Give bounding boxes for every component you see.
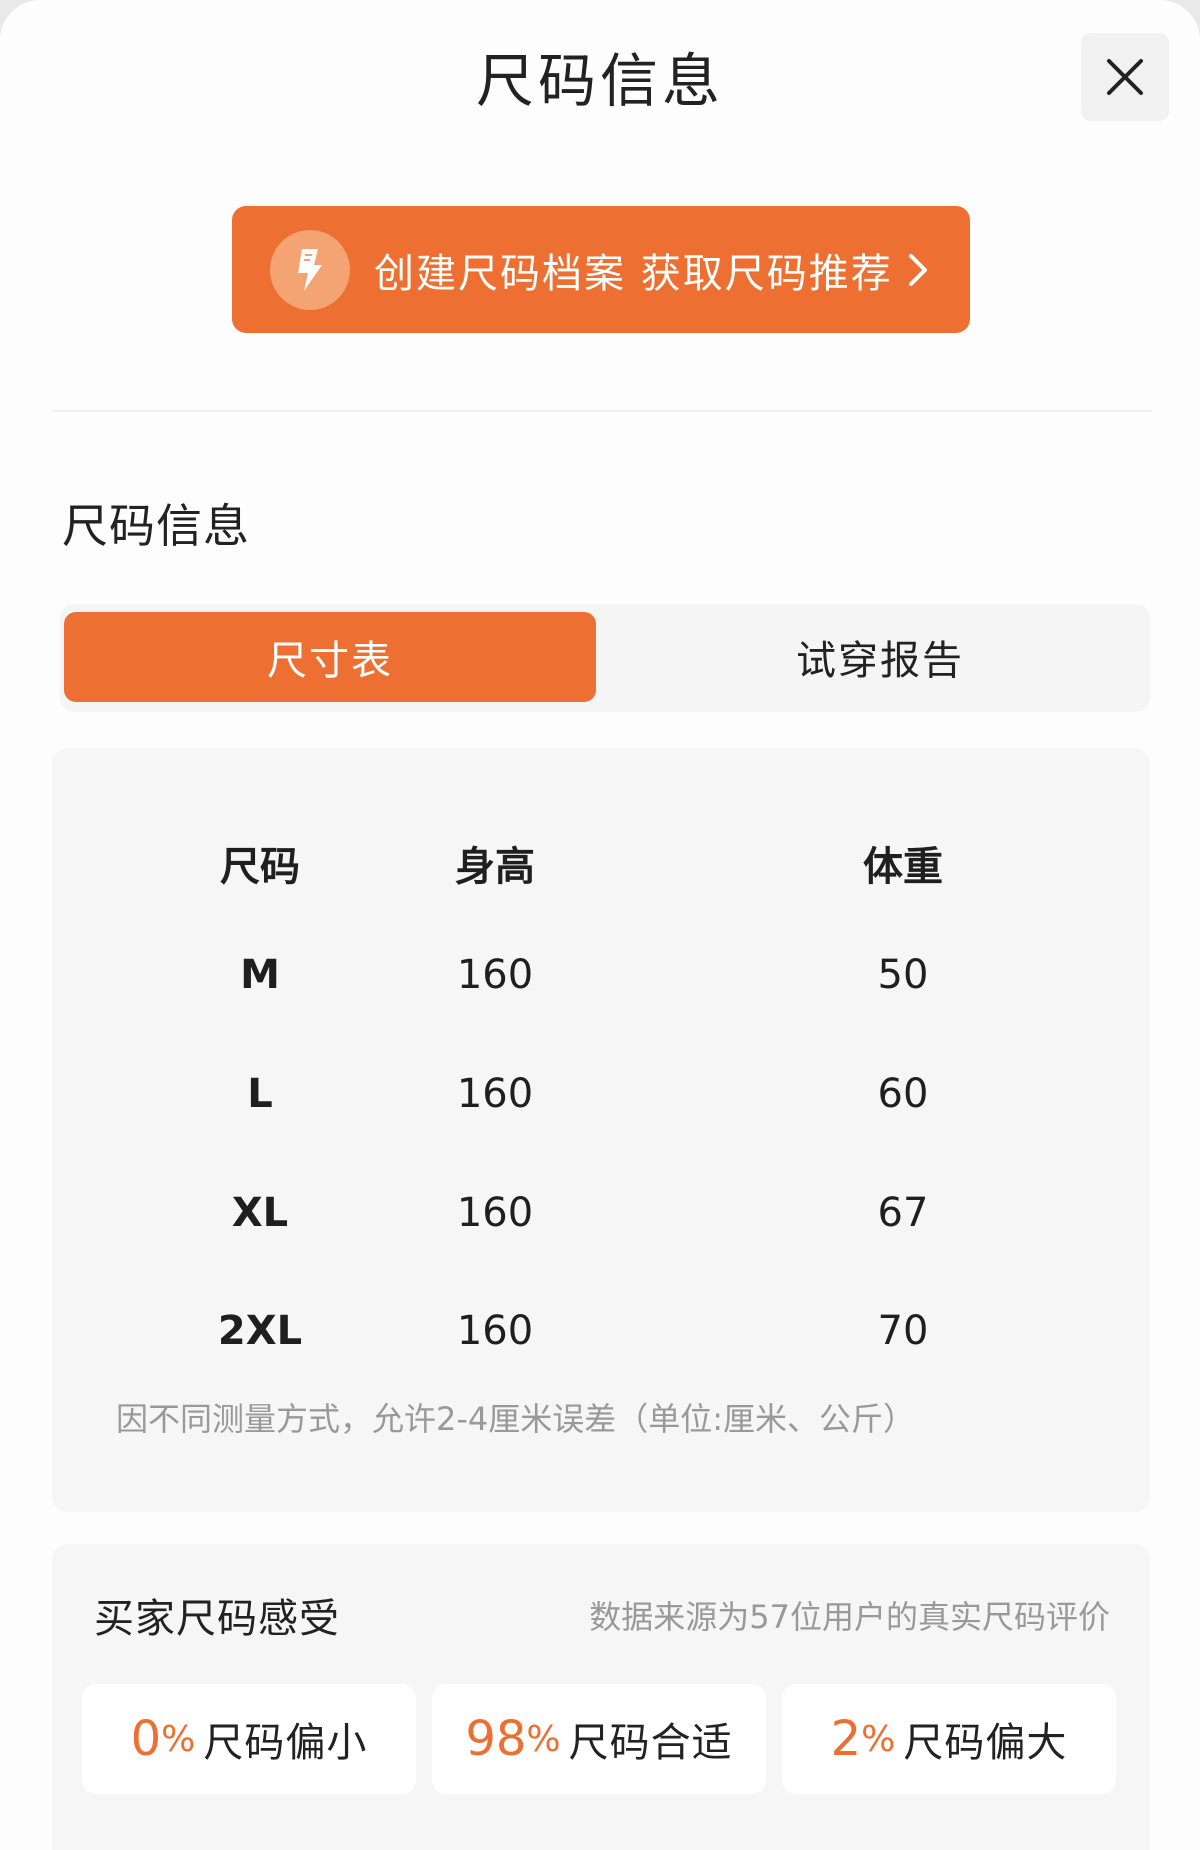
feel-large: 2 % 尺码偏大 [782, 1684, 1116, 1794]
feel-title: 买家尺码感受 [94, 1596, 340, 1642]
tab-bar: 尺寸表 试穿报告 [60, 604, 1150, 712]
feel-label: 尺码偏小 [203, 1720, 368, 1766]
tab-fit-report[interactable]: 试穿报告 [614, 612, 1146, 702]
create-size-profile-button[interactable]: 创建尺码档案 获取尺码推荐 [232, 206, 970, 333]
size-info-sheet: 尺码信息 创建尺码档案 获取尺码推荐 尺码信息 尺寸表 试穿报告 尺码 身高 体… [0, 0, 1200, 1850]
height-cell: 160 [456, 1308, 534, 1354]
ruler-icon [270, 229, 350, 310]
buyer-size-feel: 买家尺码感受 数据来源为57位用户的真实尺码评价 0 % 尺码偏小 98 % 尺… [52, 1544, 1150, 1850]
feel-fit: 98 % 尺码合适 [432, 1684, 766, 1794]
size-cell: M [240, 952, 280, 998]
weight-cell: 50 [877, 952, 929, 998]
column-header-height: 身高 [455, 844, 535, 890]
weight-cell: 60 [877, 1071, 929, 1117]
tab-size-chart[interactable]: 尺寸表 [64, 612, 596, 702]
feel-label: 尺码合适 [568, 1720, 733, 1766]
measurement-note: 因不同测量方式，允许2-4厘米误差（单位:厘米、公斤） [116, 1400, 916, 1438]
column-header-weight: 体重 [863, 844, 943, 890]
divider [52, 410, 1152, 412]
page-title: 尺码信息 [475, 47, 724, 115]
percent-value: 98 [465, 1711, 527, 1767]
section-title: 尺码信息 [62, 499, 250, 553]
height-cell: 160 [456, 1071, 534, 1117]
weight-cell: 67 [877, 1190, 929, 1236]
percent-value: 2 [830, 1711, 862, 1767]
percent-sign: % [161, 1718, 196, 1760]
column-header-size: 尺码 [220, 844, 300, 890]
close-button[interactable] [1081, 33, 1169, 121]
feel-source-note: 数据来源为57位用户的真实尺码评价 [589, 1598, 1110, 1636]
size-cell: 2XL [217, 1308, 303, 1354]
feel-small: 0 % 尺码偏小 [82, 1684, 416, 1794]
percent-sign: % [526, 1718, 561, 1760]
chevron-right-icon [907, 252, 929, 288]
size-table: 尺码 身高 体重 M 160 50 L 160 60 XL 160 67 2XL… [52, 748, 1150, 1512]
percent-sign: % [861, 1718, 896, 1760]
weight-cell: 70 [877, 1308, 929, 1354]
height-cell: 160 [456, 1190, 534, 1236]
feel-label: 尺码偏大 [903, 1720, 1068, 1766]
cta-label: 创建尺码档案 获取尺码推荐 [374, 250, 893, 297]
percent-value: 0 [130, 1711, 162, 1767]
size-cell: L [247, 1071, 273, 1117]
height-cell: 160 [456, 952, 534, 998]
size-cell: XL [231, 1190, 289, 1236]
close-icon [1107, 59, 1143, 95]
